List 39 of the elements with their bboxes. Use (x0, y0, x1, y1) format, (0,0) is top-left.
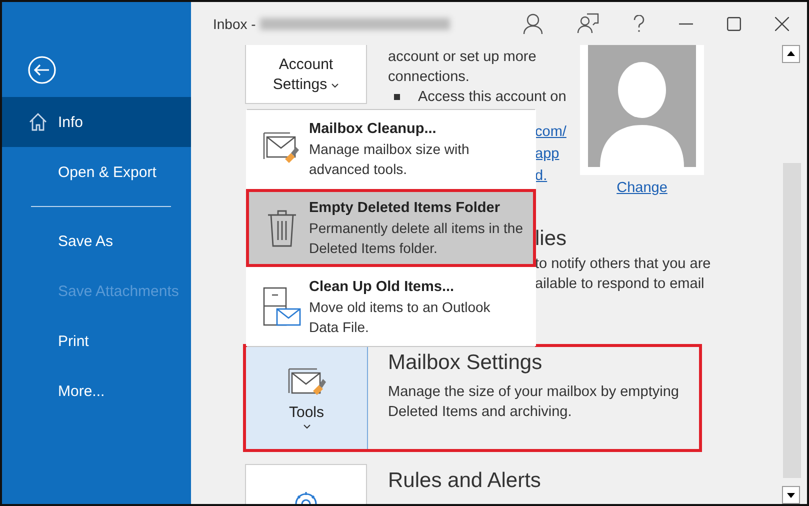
chevron-down-icon (302, 424, 310, 429)
bullet-text: Access this account on (418, 88, 566, 107)
sidebar-item[interactable]: Open & Export (2, 147, 191, 197)
section-text: to notify others that you are (535, 255, 711, 274)
section-heading: Mailbox Settings (388, 350, 544, 376)
account-description: account or set up more connections. (388, 48, 538, 87)
account-link[interactable]: com/ (535, 121, 573, 143)
section-heading: lies (535, 226, 568, 252)
account-settings-button[interactable]: Account Settings (245, 45, 367, 104)
tools-button[interactable]: Tools (246, 346, 368, 449)
change-link[interactable]: Change (616, 180, 668, 196)
minimize-icon[interactable] (679, 22, 693, 24)
window-title: Inbox - (213, 16, 256, 32)
maximize-icon[interactable] (727, 16, 741, 30)
menu-item[interactable]: Empty Deleted Items Folder Permanently delete all items in the Deleted Items folder. (246, 188, 536, 268)
section-heading: Rules and Alerts (388, 468, 541, 494)
feedback-icon[interactable] (577, 12, 599, 34)
scrollbar[interactable] (782, 45, 802, 504)
bullet-icon (394, 94, 400, 100)
section-description: Manage the size of your mailbox by emptying Deleted Items and archiving. (388, 382, 680, 422)
account-link[interactable]: app (535, 143, 573, 165)
help-icon[interactable] (633, 14, 645, 32)
scroll-up-icon[interactable] (782, 45, 800, 63)
gear-icon (293, 492, 319, 504)
cabinet-mail-icon (263, 286, 301, 327)
sidebar-item[interactable]: Print (2, 316, 191, 366)
menu-item[interactable]: Mailbox Cleanup... Manage mailbox size with advanced tools. (246, 110, 536, 189)
back-icon[interactable] (27, 55, 57, 85)
account-icon[interactable] (523, 12, 543, 34)
sidebar-item[interactable]: More... (2, 366, 191, 416)
chevron-down-icon (331, 82, 340, 88)
menu-item[interactable]: Clean Up Old Items... Move old items to an Outlook Data File. (246, 267, 536, 346)
section-text: ailable to respond to email (535, 275, 706, 294)
scroll-down-icon[interactable] (782, 486, 800, 504)
home-icon (28, 112, 48, 132)
sidebar-item[interactable]: Info (2, 97, 191, 147)
close-icon[interactable] (775, 16, 789, 30)
account-link[interactable]: d. (535, 165, 573, 187)
sidebar-item[interactable]: Save As (2, 216, 191, 266)
